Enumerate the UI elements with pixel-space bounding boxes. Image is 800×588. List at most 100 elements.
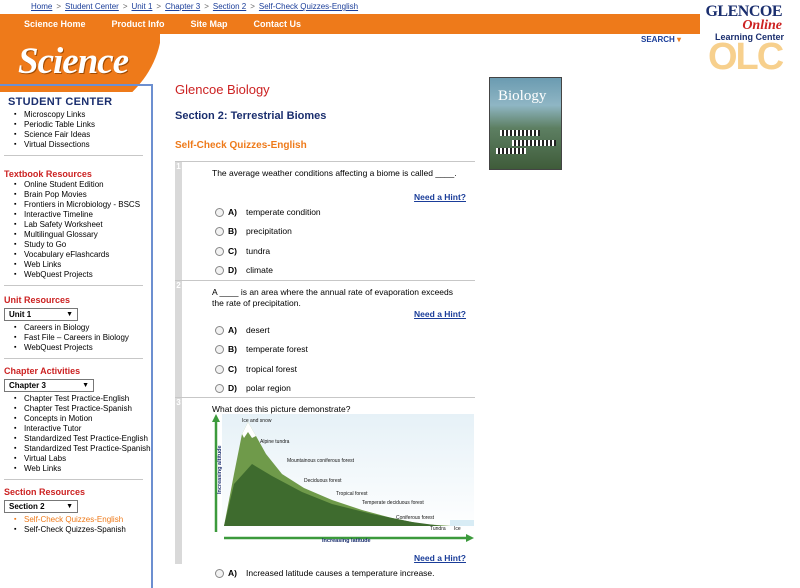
breadcrumb-current-link[interactable]: Self-Check Quizzes-English (259, 2, 358, 11)
nav-product-info[interactable]: Product Info (112, 19, 165, 29)
radio-button[interactable] (215, 265, 224, 275)
sidebar-item-brain-pop[interactable]: Brain Pop Movies (14, 190, 151, 200)
question-number: 1 (175, 162, 182, 282)
option-letter: B) (228, 344, 237, 354)
option-text: precipitation (246, 226, 292, 236)
sidebar-item-fast-file[interactable]: Fast File – Careers in Biology (14, 333, 151, 343)
hint-link[interactable]: Need a Hint? (414, 553, 466, 563)
answer-option[interactable]: A) temperate condition (215, 207, 321, 217)
answer-option[interactable]: B) precipitation (215, 226, 292, 236)
option-text: temperate condition (246, 207, 321, 217)
answer-option[interactable]: D) polar region (215, 383, 291, 393)
glencoe-online-logo[interactable]: OLC GLENCOE Online Learning Center (698, 4, 798, 79)
sidebar-item-interactive-tutor[interactable]: Interactive Tutor (14, 424, 151, 434)
latitude-arrowhead (466, 534, 474, 542)
answer-option[interactable]: B) temperate forest (215, 344, 308, 354)
breadcrumb-section-link[interactable]: Section 2 (213, 2, 246, 11)
sidebar-item-webquest[interactable]: WebQuest Projects (14, 270, 151, 280)
sidebar-item-study-to-go[interactable]: Study to Go (14, 240, 151, 250)
chevron-down-icon: ▼ (66, 503, 73, 510)
quiz-title: Self-Check Quizzes-English (175, 140, 307, 151)
sidebar-item-std-test-english[interactable]: Standardized Test Practice-English (14, 434, 151, 444)
question-text: The average weather conditions affecting… (212, 168, 457, 178)
answer-option[interactable]: A) Increased latitude causes a temperatur… (215, 568, 435, 578)
sidebar-item-self-check-english[interactable]: Self-Check Quizzes-English (14, 515, 151, 525)
sidebar-item-unit-webquest[interactable]: WebQuest Projects (14, 343, 151, 353)
sidebar-item-frontiers[interactable]: Frontiers in Microbiology - BSCS (14, 200, 151, 210)
hint-link[interactable]: Need a Hint? (414, 192, 466, 202)
sidebar-item-chapter-web-links[interactable]: Web Links (14, 464, 151, 474)
answer-option[interactable]: C) tundra (215, 246, 270, 256)
sidebar-item-virtual-dissections[interactable]: Virtual Dissections (14, 140, 151, 150)
sidebar-item-microscopy[interactable]: Microscopy Links (14, 110, 151, 120)
search-button[interactable]: SEARCH ▾ (641, 35, 681, 44)
chapter-activities-list: Chapter Test Practice-English Chapter Te… (0, 394, 151, 474)
x-axis-label: Increasing latitude (322, 538, 371, 544)
unit-resources-list: Careers in Biology Fast File – Careers i… (0, 323, 151, 353)
sidebar-item-chapter-test-spanish[interactable]: Chapter Test Practice-Spanish (14, 404, 151, 414)
sidebar-item-self-check-spanish[interactable]: Self-Check Quizzes-Spanish (14, 525, 151, 535)
sidebar-item-eflashcards[interactable]: Vocabulary eFlashcards (14, 250, 151, 260)
label-ice-and-snow: Ice and snow (242, 418, 272, 424)
radio-button[interactable] (215, 226, 224, 236)
option-text: tropical forest (246, 364, 298, 374)
altitude-arrowhead (212, 414, 220, 422)
nav-contact-us[interactable]: Contact Us (254, 19, 302, 29)
breadcrumb-student-center-link[interactable]: Student Center (65, 2, 119, 11)
sidebar-item-online-student-edition[interactable]: Online Student Edition (14, 180, 151, 190)
question-1: 1 The average weather conditions affecti… (175, 161, 475, 282)
breadcrumb-chapter-link[interactable]: Chapter 3 (165, 2, 200, 11)
nav-site-map[interactable]: Site Map (191, 19, 228, 29)
sidebar-item-careers[interactable]: Careers in Biology (14, 323, 151, 333)
radio-button[interactable] (215, 207, 224, 217)
option-letter: D) (228, 383, 237, 393)
unit-select[interactable]: Unit 1 ▼ (4, 308, 78, 321)
sidebar-item-lab-safety[interactable]: Lab Safety Worksheet (14, 220, 151, 230)
radio-button[interactable] (215, 325, 224, 335)
option-letter: D) (228, 265, 237, 275)
answer-option[interactable]: A) desert (215, 325, 270, 335)
radio-button[interactable] (215, 383, 224, 393)
textbook-resources-heading: Textbook Resources (4, 169, 92, 179)
label-ice: Ice (454, 526, 461, 532)
option-letter: A) (228, 325, 237, 335)
sidebar-item-interactive-timeline[interactable]: Interactive Timeline (14, 210, 151, 220)
radio-button[interactable] (215, 568, 224, 578)
sidebar-item-web-links[interactable]: Web Links (14, 260, 151, 270)
section-select[interactable]: Section 2 ▼ (4, 500, 78, 513)
sidebar-item-periodic-table[interactable]: Periodic Table Links (14, 120, 151, 130)
option-text: polar region (246, 383, 291, 393)
nav-science-home[interactable]: Science Home (24, 19, 86, 29)
radio-button[interactable] (215, 246, 224, 256)
radio-button[interactable] (215, 344, 224, 354)
sidebar-item-chapter-test-english[interactable]: Chapter Test Practice-English (14, 394, 151, 404)
brand-online: Online (742, 18, 782, 33)
sidebar-item-std-test-spanish[interactable]: Standardized Test Practice-Spanish (14, 444, 151, 454)
label-tropical-forest: Tropical forest (336, 491, 368, 497)
option-text: desert (246, 325, 270, 335)
zebra-stripes (512, 140, 556, 146)
answer-option[interactable]: D) climate (215, 265, 273, 275)
sidebar-item-science-fair[interactable]: Science Fair Ideas (14, 130, 151, 140)
book-cover-image: Biology (489, 77, 562, 170)
option-letter: A) (228, 568, 237, 578)
book-cover-title: Biology (498, 88, 547, 104)
question-2: 2 A ____ is an area where the annual rat… (175, 280, 475, 399)
breadcrumb-home-link[interactable]: Home (31, 2, 52, 11)
chevron-down-icon: ▼ (66, 311, 73, 318)
hint-link[interactable]: Need a Hint? (414, 309, 466, 319)
sidebar-item-virtual-labs[interactable]: Virtual Labs (14, 454, 151, 464)
chapter-select[interactable]: Chapter 3 ▼ (4, 379, 94, 392)
label-tundra: Tundra (430, 526, 446, 532)
breadcrumb-unit-link[interactable]: Unit 1 (132, 2, 153, 11)
question-number: 2 (175, 281, 182, 399)
sidebar-item-multilingual-glossary[interactable]: Multilingual Glossary (14, 230, 151, 240)
sidebar-item-concepts-in-motion[interactable]: Concepts in Motion (14, 414, 151, 424)
radio-button[interactable] (215, 364, 224, 374)
option-letter: C) (228, 246, 237, 256)
answer-option[interactable]: C) tropical forest (215, 364, 297, 374)
zebra-stripes (500, 130, 540, 136)
label-mountainous-coniferous: Mountainous coniferous forest (287, 458, 355, 464)
biome-diagram: Increasing altitude Increasing latitude … (212, 414, 474, 544)
chapter-activities-heading: Chapter Activities (4, 366, 81, 376)
